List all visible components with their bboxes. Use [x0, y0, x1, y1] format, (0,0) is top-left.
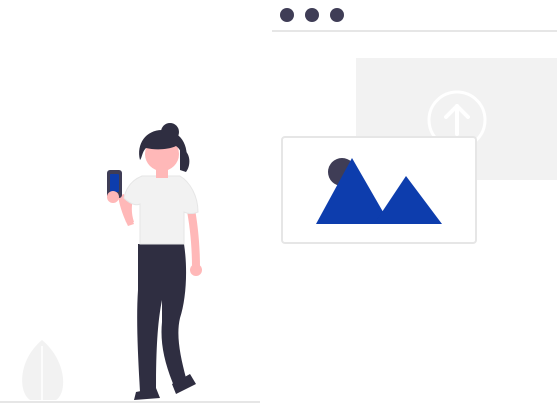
- window-dot-1: [280, 8, 294, 22]
- person-figure: [107, 123, 202, 400]
- upload-illustration: [0, 8, 557, 403]
- hair-back: [180, 148, 190, 172]
- window-dot-3: [330, 8, 344, 22]
- shirt: [123, 175, 199, 245]
- left-hand: [107, 191, 119, 203]
- leaf-plant: [22, 340, 64, 400]
- phone-screen: [110, 174, 119, 192]
- image-card: [281, 136, 477, 244]
- hair-bun: [161, 123, 179, 141]
- pants: [137, 244, 187, 392]
- right-hand: [190, 264, 202, 276]
- window-dot-2: [305, 8, 319, 22]
- image-card-frame: [281, 136, 477, 244]
- window-titlebar: [272, 8, 557, 32]
